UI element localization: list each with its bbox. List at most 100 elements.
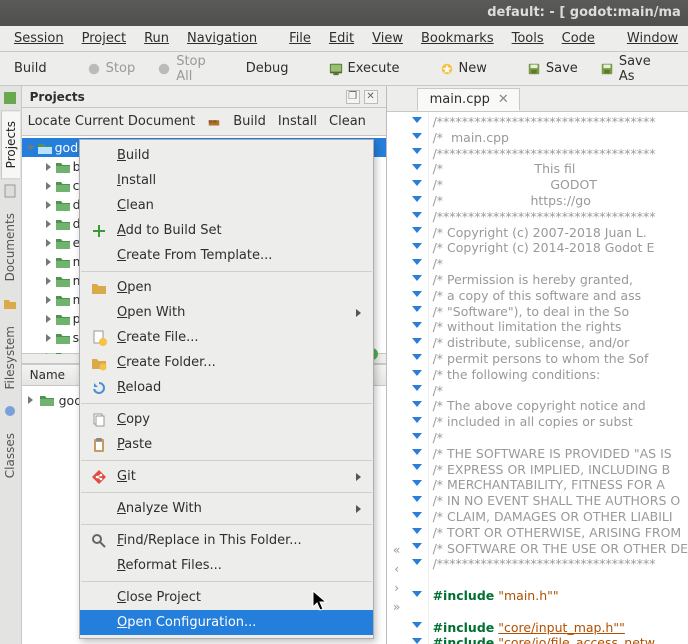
- menu-edit[interactable]: Edit: [321, 28, 362, 49]
- fold-icon[interactable]: [412, 528, 422, 534]
- menu-view[interactable]: View: [364, 28, 411, 49]
- fold-icon[interactable]: [412, 385, 422, 391]
- menu-run[interactable]: Run: [136, 28, 177, 49]
- expand-icon[interactable]: [46, 220, 51, 228]
- fold-icon[interactable]: [412, 638, 422, 644]
- menu-tools[interactable]: Tools: [504, 28, 552, 49]
- ctx-analyze-with[interactable]: Analyze With: [80, 496, 373, 521]
- fold-icon[interactable]: [412, 417, 422, 423]
- menu-window[interactable]: Window: [619, 28, 686, 49]
- fold-gutter[interactable]: [407, 112, 429, 644]
- fold-icon[interactable]: [412, 622, 422, 628]
- ctx-close-project[interactable]: Close Project: [80, 585, 373, 610]
- fold-icon[interactable]: [412, 464, 422, 470]
- ctx-find-replace-in-this-folder[interactable]: Find/Replace in This Folder...: [80, 528, 373, 553]
- code-text[interactable]: /*********************************** /* …: [429, 112, 688, 644]
- expand-icon[interactable]: [46, 163, 51, 171]
- context-menu[interactable]: BuildInstallCleanAdd to Build SetCreate …: [79, 139, 374, 639]
- fold-icon[interactable]: [412, 291, 422, 297]
- fold-icon[interactable]: [412, 306, 422, 312]
- ctx-add-to-build-set[interactable]: Add to Build Set: [80, 218, 373, 243]
- fold-icon[interactable]: [412, 338, 422, 344]
- menu-session[interactable]: Session: [6, 28, 72, 49]
- fold-icon[interactable]: [412, 117, 422, 123]
- ctx-clean[interactable]: Clean: [80, 193, 373, 218]
- ctx-build[interactable]: Build: [80, 143, 373, 168]
- stop-all-button[interactable]: Stop All: [149, 50, 214, 88]
- nav-down-icon[interactable]: »: [393, 599, 401, 614]
- expand-icon[interactable]: [46, 201, 51, 209]
- fold-icon[interactable]: [412, 559, 422, 565]
- new-button[interactable]: New: [432, 57, 495, 80]
- ctx-open[interactable]: Open: [80, 275, 373, 300]
- save-button[interactable]: Save: [519, 57, 586, 80]
- ctx-create-folder[interactable]: Create Folder...: [80, 350, 373, 375]
- tab-projects[interactable]: Projects: [1, 110, 20, 179]
- fold-icon[interactable]: [412, 449, 422, 455]
- nav-up2-icon[interactable]: ‹: [394, 561, 399, 576]
- fold-icon[interactable]: [412, 275, 422, 281]
- build-button[interactable]: Build: [6, 57, 55, 80]
- fold-icon[interactable]: [412, 496, 422, 502]
- fold-icon[interactable]: [412, 164, 422, 170]
- ctx-copy[interactable]: Copy: [80, 407, 373, 432]
- menu-bookmarks[interactable]: Bookmarks: [413, 28, 502, 49]
- editor-tab-main[interactable]: main.cpp ✕: [417, 88, 520, 111]
- fold-icon[interactable]: [412, 401, 422, 407]
- pane-restore-icon[interactable]: ❐: [346, 90, 360, 104]
- undo-button[interactable]: Und: [683, 57, 688, 80]
- tab-filesystem[interactable]: Filesystem: [1, 316, 19, 399]
- menu-navigation[interactable]: Navigation: [179, 28, 265, 49]
- expand-icon[interactable]: [26, 145, 34, 150]
- fold-icon[interactable]: [412, 543, 422, 549]
- ctx-reformat-files[interactable]: Reformat Files...: [80, 553, 373, 578]
- ctx-create-file[interactable]: Create File...: [80, 325, 373, 350]
- fold-icon[interactable]: [412, 196, 422, 202]
- fold-icon[interactable]: [412, 227, 422, 233]
- expand-icon[interactable]: [46, 239, 51, 247]
- fold-icon[interactable]: [412, 243, 422, 249]
- close-tab-icon[interactable]: ✕: [498, 92, 509, 107]
- ctx-reload[interactable]: Reload: [80, 375, 373, 400]
- expand-icon[interactable]: [46, 182, 51, 190]
- fold-icon[interactable]: [412, 480, 422, 486]
- menu-code[interactable]: Code: [554, 28, 603, 49]
- fold-icon[interactable]: [412, 322, 422, 328]
- ctx-git[interactable]: Git: [80, 464, 373, 489]
- save-as-button[interactable]: Save As: [592, 50, 659, 88]
- pane-close-icon[interactable]: ✕: [364, 90, 378, 104]
- expand-icon[interactable]: [46, 258, 51, 266]
- fold-icon[interactable]: [412, 148, 422, 154]
- fold-icon[interactable]: [412, 180, 422, 186]
- ctx-open-with[interactable]: Open With: [80, 300, 373, 325]
- pane-build[interactable]: Build: [233, 114, 266, 129]
- stop-button[interactable]: Stop: [79, 57, 144, 80]
- expand-icon[interactable]: [46, 334, 51, 342]
- fold-icon[interactable]: [412, 591, 422, 597]
- expand-icon[interactable]: [46, 315, 51, 323]
- fold-icon[interactable]: [412, 354, 422, 360]
- pane-install[interactable]: Install: [278, 114, 317, 129]
- menu-project[interactable]: Project: [74, 28, 134, 49]
- fold-icon[interactable]: [412, 512, 422, 518]
- code-editor[interactable]: « ‹ › » /*******************************…: [387, 112, 688, 644]
- expand-icon[interactable]: [46, 277, 51, 285]
- fold-icon[interactable]: [412, 259, 422, 265]
- build-icon[interactable]: [207, 115, 221, 129]
- debug-button[interactable]: Debug: [238, 57, 297, 80]
- expand-icon[interactable]: [46, 296, 51, 304]
- tab-classes[interactable]: Classes: [1, 423, 19, 488]
- nav-down2-icon[interactable]: ›: [394, 580, 399, 595]
- ctx-open-configuration[interactable]: Open Configuration...: [80, 610, 373, 635]
- expand-icon[interactable]: [28, 396, 33, 404]
- menu-file[interactable]: File: [281, 28, 319, 49]
- ctx-create-from-template[interactable]: Create From Template...: [80, 243, 373, 268]
- fold-icon[interactable]: [412, 433, 422, 439]
- tab-documents[interactable]: Documents: [1, 203, 19, 291]
- nav-up-icon[interactable]: «: [393, 542, 401, 557]
- fold-icon[interactable]: [412, 133, 422, 139]
- fold-icon[interactable]: [412, 212, 422, 218]
- ctx-paste[interactable]: Paste: [80, 432, 373, 457]
- locate-current-doc[interactable]: Locate Current Document: [28, 114, 196, 129]
- ctx-install[interactable]: Install: [80, 168, 373, 193]
